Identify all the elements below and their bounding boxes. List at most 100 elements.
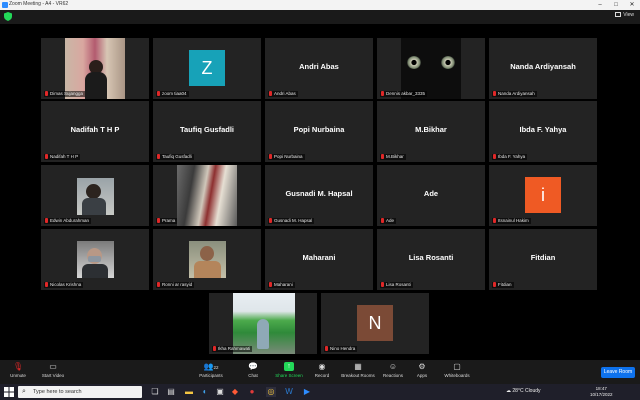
participant-display-name: Nadifah T H P [70, 125, 120, 134]
participant-name-label: zoom tiaa04 [156, 91, 189, 97]
participant-tile[interactable]: Ikha Rahmawati [209, 293, 317, 354]
muted-microphone-icon: 🎙 [13, 362, 24, 371]
participant-name-label: Gusnadi M. Hapsal [268, 218, 315, 224]
participant-tile[interactable]: Ibda F. Yahya Ibda F. Yahya [489, 101, 597, 162]
participant-tile[interactable]: Ronni ar rasyid [153, 229, 261, 290]
chat-button[interactable]: 💬 Chat [244, 362, 262, 378]
participant-tile[interactable]: M.Bikhar M.Bikhar [377, 101, 485, 162]
taskbar-search-box[interactable]: ⌕ Type here to search [18, 386, 142, 398]
participant-tile[interactable]: Dimas Sujangga [41, 38, 149, 99]
zoom-app-icon [2, 2, 8, 8]
muted-mic-icon [45, 218, 48, 223]
participant-tile[interactable]: Maharani Maharani [265, 229, 373, 290]
participant-tile[interactable]: Gusnadi M. Hapsal Gusnadi M. Hapsal [265, 165, 373, 226]
participant-display-name: Popi Nurbaina [293, 125, 345, 134]
muted-mic-icon [157, 154, 160, 159]
breakout-rooms-button[interactable]: ▦ Breakout Rooms [339, 362, 377, 378]
share-screen-icon: ↑ [284, 362, 294, 371]
muted-mic-icon [381, 282, 384, 287]
reactions-icon: ☺ [388, 362, 398, 371]
edge-browser-icon[interactable]: ◐ [200, 387, 210, 397]
apps-button[interactable]: ⚙ Apps [414, 362, 430, 378]
reactions-button[interactable]: ☺ Reactions [381, 362, 405, 378]
participant-tile[interactable]: Nadifah T H P Nadifah T H P [41, 101, 149, 162]
participant-name-label: Edwin Abdurahman [44, 218, 92, 224]
store-icon[interactable]: ▣ [215, 387, 225, 397]
participant-tile[interactable]: N Nino Hendra [321, 293, 429, 354]
muted-mic-icon [493, 154, 496, 159]
chat-icon: 💬 [248, 362, 258, 371]
participant-display-name: Andri Abas [299, 62, 339, 71]
participant-display-name: Gusnadi M. Hapsal [285, 189, 353, 198]
muted-mic-icon [325, 346, 328, 351]
share-screen-button[interactable]: ↑ Share Screen [274, 362, 304, 378]
participant-tile[interactable]: Popi Nurbaina Popi Nurbaina [265, 101, 373, 162]
windows-start-icon[interactable] [4, 387, 14, 397]
participant-display-name: Taufiq Gusfadli [179, 125, 235, 134]
participant-display-name: M.Bikhar [415, 125, 447, 134]
chrome-browser-icon[interactable]: ◎ [266, 387, 276, 397]
task-view-icon[interactable]: ❏ [150, 387, 160, 397]
participant-video [77, 178, 114, 215]
participant-name-label: Nicolas Krishna [44, 282, 84, 288]
zoom-taskbar-icon[interactable]: ▶ [302, 387, 312, 397]
participant-tile[interactable]: Nanda Ardiyansah Nanda Ardiyansah [489, 38, 597, 99]
participant-tile[interactable]: Andri Abas Andri Abas [265, 38, 373, 99]
video-off-icon: ▭ [49, 362, 57, 371]
maximize-icon[interactable]: □ [608, 0, 624, 10]
participant-name-label: Maharani [268, 282, 295, 288]
participant-tile[interactable]: Fitdian Fitdian [489, 229, 597, 290]
participant-display-name: Nanda Ardiyansah [510, 62, 576, 71]
participant-name-label: Dennis akbar_3335 [380, 91, 428, 97]
leave-room-button[interactable]: Leave Room [601, 367, 635, 378]
participants-button[interactable]: 👥22 Participants [196, 362, 226, 378]
muted-mic-icon [157, 91, 160, 96]
participant-tile[interactable]: Ade Ade [377, 165, 485, 226]
minimize-icon[interactable]: – [592, 0, 608, 10]
participant-avatar: Z [189, 50, 225, 86]
participant-tile[interactable]: Lisa Rosanti Lisa Rosanti [377, 229, 485, 290]
participant-name-label: Andri Abas [268, 91, 298, 97]
muted-mic-icon [493, 91, 496, 96]
unmute-button[interactable]: 🎙 Unmute [8, 362, 28, 378]
participant-name-label: Ibda F. Yahya [492, 154, 528, 160]
participant-display-name: Maharani [302, 253, 336, 262]
start-video-button[interactable]: ▭ Start Video [40, 362, 66, 378]
word-app-icon[interactable]: W [284, 387, 294, 397]
participant-tile[interactable]: Taufiq Gusfadli Taufiq Gusfadli [153, 101, 261, 162]
muted-mic-icon [493, 218, 496, 223]
folder-icon[interactable]: ▬ [184, 387, 194, 397]
muted-mic-icon [269, 154, 272, 159]
encryption-shield-icon[interactable] [4, 12, 12, 21]
participant-name-label: Taufiq Gusfadli [156, 154, 194, 160]
whiteboard-icon: ▢ [453, 362, 461, 371]
view-button[interactable]: View [615, 12, 634, 18]
participant-video [233, 293, 295, 354]
participant-tile[interactable]: Dennis akbar_3335 [377, 38, 485, 99]
participant-name-label: Itsnainul Hakim [492, 218, 531, 224]
participant-tile[interactable]: Z zoom tiaa04 [153, 38, 261, 99]
participant-display-name: Fitdian [530, 253, 556, 262]
participant-tile[interactable]: Prama [153, 165, 261, 226]
whiteboards-button[interactable]: ▢ Whiteboards [442, 362, 472, 378]
muted-mic-icon [45, 154, 48, 159]
participant-name-label: Fitdian [492, 282, 514, 288]
participant-video [177, 165, 237, 226]
muted-mic-icon [493, 282, 496, 287]
media-app-icon[interactable]: ● [247, 387, 257, 397]
weather-widget[interactable]: ☁ 28°C Cloudy [506, 388, 541, 394]
grid-view-icon [615, 12, 622, 18]
close-icon[interactable]: ✕ [624, 0, 640, 10]
record-button[interactable]: ◉ Record [312, 362, 332, 378]
muted-mic-icon [381, 154, 384, 159]
participant-tile[interactable]: Edwin Abdurahman [41, 165, 149, 226]
muted-mic-icon [269, 91, 272, 96]
participant-name-label: Prama [156, 218, 178, 224]
participant-tile[interactable]: i Itsnainul Hakim [489, 165, 597, 226]
file-explorer-icon[interactable]: ▤ [166, 387, 176, 397]
participant-tile[interactable]: Nicolas Krishna [41, 229, 149, 290]
office-app-icon[interactable]: ◆ [230, 387, 240, 397]
muted-mic-icon [157, 218, 160, 223]
participant-name-label: Ikha Rahmawati [212, 346, 253, 352]
system-clock[interactable]: 18:47 10/17/2022 [590, 386, 613, 398]
